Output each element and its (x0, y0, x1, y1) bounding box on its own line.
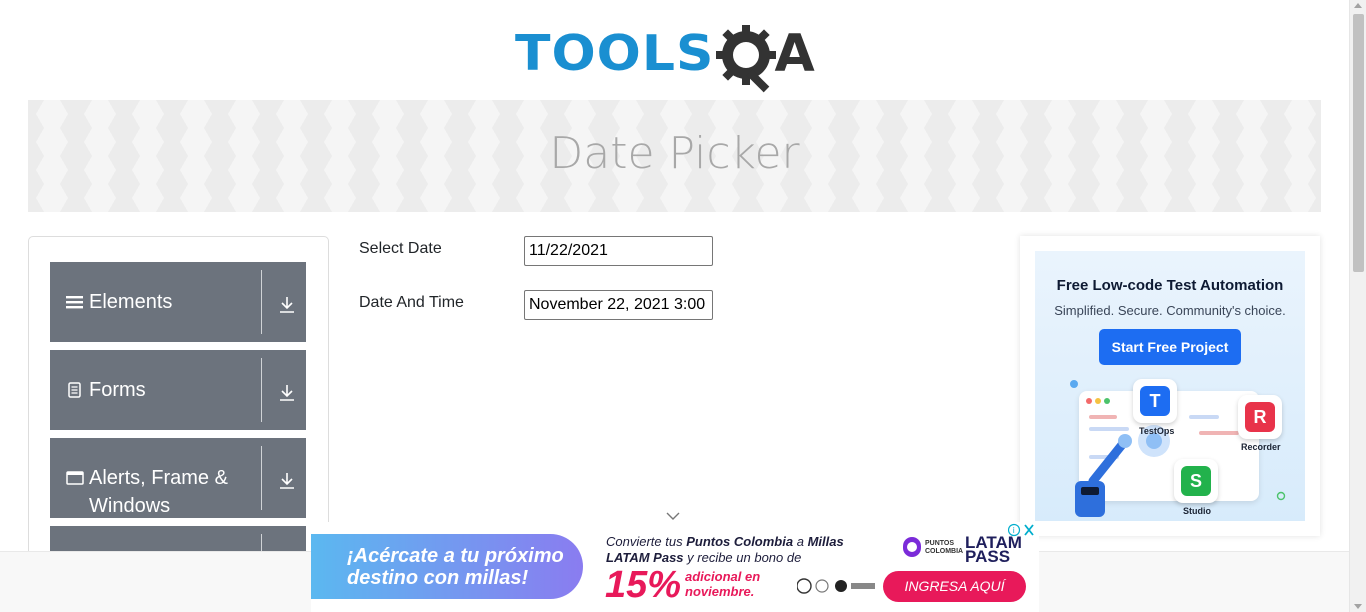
studio-icon: S (1174, 459, 1218, 503)
recorder-glyph: R (1245, 402, 1275, 432)
testops-label: TestOps (1139, 426, 1175, 436)
ad-title: Free Low-code Test Automation (1056, 277, 1284, 294)
ad-headline-pill: ¡Acércate a tu próximo destino con milla… (311, 534, 583, 599)
gear-magnifier-icon (716, 19, 778, 93)
svg-text:i: i (1013, 526, 1015, 535)
document-icon (66, 382, 84, 398)
sidebar-group-elements[interactable]: Elements (50, 262, 306, 342)
download-icon (278, 472, 296, 490)
ad-percent: 15% (605, 564, 682, 606)
ad-line-mid: a (793, 534, 808, 549)
ad-line-post: y recibe un bono de (683, 550, 802, 565)
date-picker-input[interactable] (524, 236, 713, 266)
advertisement-katalon[interactable]: Free Low-code Test Automation Simplified… (1020, 236, 1320, 536)
chevron-down-icon[interactable] (666, 508, 680, 520)
logo-text: TOOLS (515, 25, 715, 83)
ad-close-icon[interactable]: i (1007, 523, 1036, 537)
ad-body-text: Convierte tus Puntos Colombia a Millas L… (606, 534, 866, 566)
ad-content: Free Low-code Test Automation Simplified… (1035, 251, 1305, 521)
sidebar-group-label: Elements (89, 291, 173, 313)
latam-pass-logo: LATAM PASS (965, 533, 1022, 566)
scrollbar-thumb[interactable] (1353, 14, 1364, 272)
testops-glyph: T (1140, 386, 1170, 416)
download-icon (278, 384, 296, 402)
sidebar-accordion: Elements Forms Alerts, Frame & Windows (28, 236, 329, 566)
decorative-ring (1276, 491, 1286, 501)
scroll-down-icon[interactable] (1354, 604, 1362, 609)
studio-glyph: S (1181, 466, 1211, 496)
start-free-project-button[interactable]: Start Free Project (1099, 329, 1241, 365)
menu-icon (66, 294, 84, 310)
date-time-label: Date And Time (359, 294, 464, 311)
download-icon (278, 296, 296, 314)
testops-icon: T (1133, 379, 1177, 423)
logo-text-a: A (774, 24, 815, 84)
robot-arm-icon (1075, 434, 1132, 517)
window-icon (66, 470, 84, 486)
sidebar-group-label: Alerts, Frame & Windows (89, 467, 228, 517)
ad-brand-puntos: Puntos Colombia (686, 534, 794, 549)
divider (261, 446, 262, 510)
recorder-icon: R (1238, 395, 1282, 439)
ingresa-aqui-button[interactable]: INGRESA AQUÍ (883, 571, 1026, 602)
vertical-scrollbar[interactable] (1349, 0, 1366, 612)
advertisement-latam[interactable]: ¡Acércate a tu próximo destino con milla… (311, 522, 1039, 612)
page-banner: Date Picker (28, 100, 1321, 212)
recorder-label: Recorder (1241, 442, 1281, 452)
ad-line-pre: Convierte tus (606, 534, 687, 549)
sidebar-group-label: Forms (89, 379, 146, 401)
studio-label: Studio (1183, 506, 1211, 516)
puntos-icon (903, 537, 921, 557)
divider (261, 270, 262, 334)
divider (261, 358, 262, 422)
ad-subtitle: Simplified. Secure. Community's choice. (1054, 303, 1286, 318)
sidebar-group-alerts[interactable]: Alerts, Frame & Windows (50, 438, 306, 518)
scroll-up-icon[interactable] (1354, 3, 1362, 8)
page-title: Date Picker (549, 128, 800, 179)
toolsqa-logo[interactable]: TOOLS A (515, 14, 840, 94)
sidebar-group-forms[interactable]: Forms (50, 350, 306, 430)
select-date-label: Select Date (359, 240, 442, 257)
ad-headline: ¡Acércate a tu próximo destino con milla… (347, 545, 564, 589)
ad-percent-text: adicional en noviembre. (685, 569, 761, 599)
partner-logos (797, 578, 875, 594)
date-time-picker-input[interactable] (524, 290, 713, 320)
decorative-dot (1070, 380, 1078, 388)
